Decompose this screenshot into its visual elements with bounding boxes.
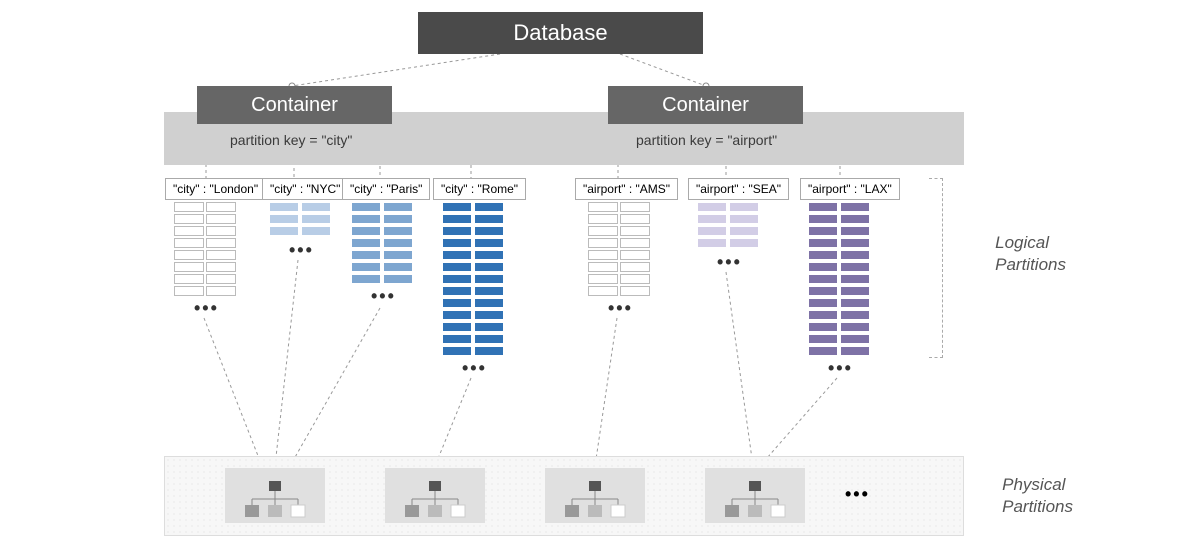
ellipsis-icon: •••	[717, 252, 742, 273]
physical-partition	[705, 468, 805, 523]
ellipsis-icon: •••	[828, 358, 853, 379]
partition-rome: "city" : "Rome"	[433, 178, 526, 200]
cells-lax	[808, 202, 870, 356]
cells-london	[174, 202, 236, 296]
partition-paris: "city" : "Paris"	[342, 178, 430, 200]
cells-sea	[697, 202, 759, 248]
cells-rome	[442, 202, 504, 356]
logical-partitions-label: LogicalPartitions	[995, 232, 1066, 276]
partition-nyc: "city" : "NYC"	[262, 178, 348, 200]
ellipsis-icon: •••	[194, 298, 219, 319]
server-tree-icon	[720, 479, 790, 519]
partition-london: "city" : "London"	[165, 178, 266, 200]
ellipsis-icon: •••	[608, 298, 633, 319]
server-tree-icon	[240, 479, 310, 519]
logical-bracket	[929, 178, 943, 358]
server-tree-icon	[400, 479, 470, 519]
partition-key-city: partition key = "city"	[230, 132, 352, 148]
physical-partition	[225, 468, 325, 523]
physical-partitions-label: PhysicalPartitions	[1002, 474, 1073, 518]
partition-ams: "airport" : "AMS"	[575, 178, 678, 200]
cells-ams	[588, 202, 650, 296]
database-box: Database	[418, 12, 703, 54]
physical-partition	[545, 468, 645, 523]
physical-partition	[385, 468, 485, 523]
ellipsis-icon: •••	[289, 240, 314, 261]
ellipsis-icon: •••	[845, 484, 870, 505]
partition-lax: "airport" : "LAX"	[800, 178, 900, 200]
container-right: Container	[608, 86, 803, 124]
server-tree-icon	[560, 479, 630, 519]
partition-sea: "airport" : "SEA"	[688, 178, 789, 200]
ellipsis-icon: •••	[371, 286, 396, 307]
container-left: Container	[197, 86, 392, 124]
ellipsis-icon: •••	[462, 358, 487, 379]
cells-paris	[351, 202, 413, 284]
partition-key-airport: partition key = "airport"	[636, 132, 777, 148]
cells-nyc	[269, 202, 331, 236]
